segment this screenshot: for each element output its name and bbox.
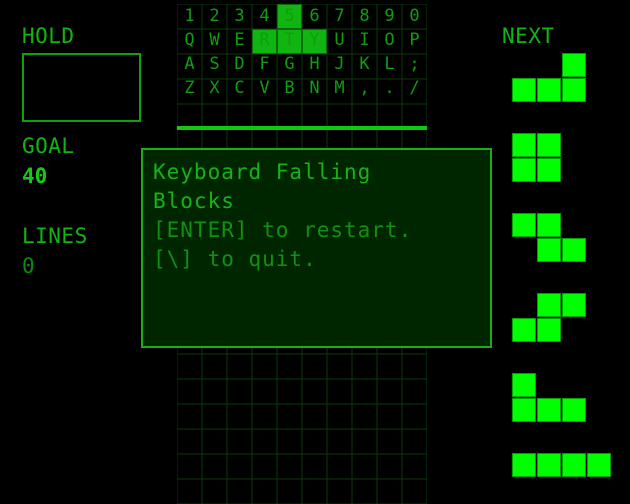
keyboard-key: Q — [184, 30, 195, 50]
next-piece-cell — [587, 453, 611, 477]
next-piece-cell — [562, 293, 586, 317]
next-piece-cell — [562, 78, 586, 102]
keyboard-key: Y — [309, 30, 320, 50]
keyboard-key: 2 — [209, 6, 220, 26]
keyboard-key: 3 — [234, 6, 245, 26]
keyboard-key: U — [334, 30, 345, 50]
keyboard-key: 1 — [184, 6, 195, 26]
keyboard-key: M — [334, 78, 345, 98]
keyboard-key: J — [334, 54, 345, 74]
keyboard-key: P — [409, 30, 420, 50]
keyboard-key: T — [284, 30, 295, 50]
next-piece-cell — [562, 53, 586, 77]
keyboard-key: B — [284, 78, 295, 98]
keyboard-key: E — [234, 30, 245, 50]
game-over-dialog: Keyboard Falling Blocks [ENTER] to resta… — [141, 148, 492, 348]
keyboard-key: K — [359, 54, 370, 74]
next-piece-cell — [512, 453, 536, 477]
keyboard-key: A — [184, 54, 195, 74]
next-piece-cell — [537, 238, 561, 262]
next-piece-cell — [512, 78, 536, 102]
next-piece-cell — [537, 133, 561, 157]
keyboard-key: Z — [184, 78, 195, 98]
hold-box — [22, 53, 141, 122]
next-piece-cell — [562, 453, 586, 477]
next-piece-cell — [512, 158, 536, 182]
keyboard-key: N — [309, 78, 320, 98]
next-piece-cell — [512, 398, 536, 422]
next-piece-cell — [537, 453, 561, 477]
next-piece-cell — [512, 373, 536, 397]
lines-label: LINES — [22, 224, 88, 248]
keyboard-key: F — [259, 54, 270, 74]
next-piece-cell — [512, 213, 536, 237]
keyboard-key: R — [259, 30, 270, 50]
keyboard-key: D — [234, 54, 245, 74]
keyboard-key: . — [384, 78, 395, 98]
dialog-title-line1: Keyboard Falling — [153, 160, 372, 184]
keyboard-key: 6 — [309, 6, 320, 26]
quit-instruction: [\] to quit. — [153, 247, 317, 271]
keyboard-key: 7 — [334, 6, 345, 26]
next-piece-cell — [537, 293, 561, 317]
next-label: NEXT — [502, 24, 555, 48]
dialog-title-line2: Blocks — [153, 189, 235, 213]
keyboard-key: 5 — [284, 6, 295, 26]
keyboard-key: X — [209, 78, 220, 98]
keyboard-key: 4 — [259, 6, 270, 26]
next-piece-cell — [512, 133, 536, 157]
keyboard-key: H — [309, 54, 320, 74]
keyboard-key: O — [384, 30, 395, 50]
goal-value: 40 — [22, 164, 48, 188]
goal-label: GOAL — [22, 134, 75, 158]
keyboard-key: V — [259, 78, 270, 98]
keyboard-key: ; — [409, 54, 420, 74]
keyboard-key: W — [209, 30, 220, 50]
keyboard-key: S — [209, 54, 220, 74]
keyboard-key: I — [359, 30, 370, 50]
next-piece-cell — [537, 318, 561, 342]
keyboard-key: , — [359, 78, 370, 98]
hold-label: HOLD — [22, 24, 75, 48]
keyboard-key: 9 — [384, 6, 395, 26]
restart-instruction: [ENTER] to restart. — [153, 218, 413, 242]
next-piece-cell — [537, 213, 561, 237]
next-piece-cell — [562, 398, 586, 422]
keyboard-key: L — [384, 54, 395, 74]
keyboard-divider — [177, 126, 427, 130]
next-piece-cell — [562, 238, 586, 262]
keyboard-key: 0 — [409, 6, 420, 26]
keyboard-key: 8 — [359, 6, 370, 26]
next-piece-cell — [537, 78, 561, 102]
lines-value: 0 — [22, 254, 35, 278]
keyboard-key: G — [284, 54, 295, 74]
keyboard-key: / — [409, 78, 420, 98]
next-piece-cell — [537, 398, 561, 422]
keyboard-key: C — [234, 78, 245, 98]
next-piece-cell — [512, 318, 536, 342]
next-piece-cell — [537, 158, 561, 182]
